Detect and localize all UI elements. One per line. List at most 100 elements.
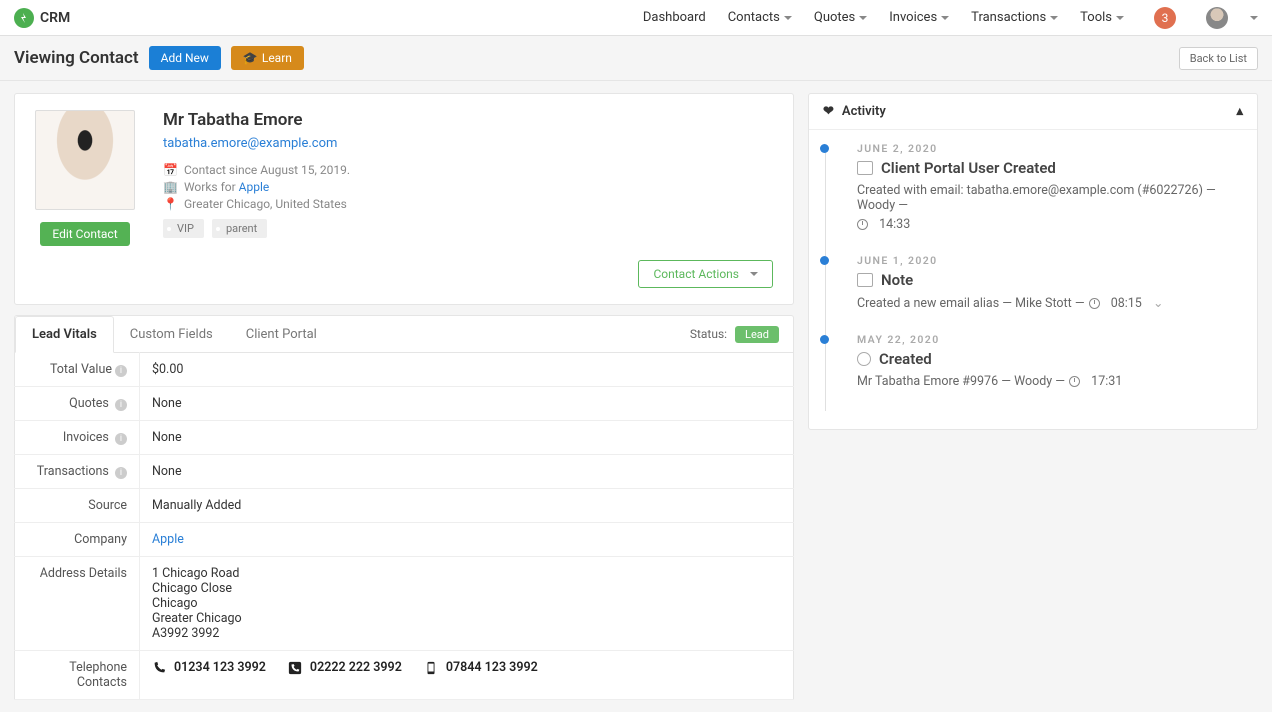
add-new-button[interactable]: Add New xyxy=(149,46,221,70)
works-prefix: Works for xyxy=(184,180,239,194)
address-value: 1 Chicago RoadChicago CloseChicagoGreate… xyxy=(140,557,794,651)
nav-invoices[interactable]: Invoices xyxy=(889,10,949,25)
building-icon: 🏢 xyxy=(163,180,178,194)
timeline-time: 14:33 xyxy=(879,217,910,232)
timeline: JUNE 2, 2020 Client Portal User Created … xyxy=(809,130,1257,429)
contact-location: 📍 Greater Chicago, United States xyxy=(163,197,773,211)
chevron-down-icon[interactable] xyxy=(1250,16,1258,20)
brand[interactable]: CRM xyxy=(14,8,70,28)
location-text: Greater Chicago, United States xyxy=(184,197,347,211)
row-source: SourceManually Added xyxy=(15,489,794,523)
timeline-item: JUNE 1, 2020 Note Created a new email al… xyxy=(839,254,1233,333)
row-phones: Telephone Contacts 01234 123 3992 02222 … xyxy=(15,651,794,700)
chevron-down-icon xyxy=(1050,16,1058,20)
nav-quotes[interactable]: Quotes xyxy=(814,10,867,25)
tab-client-portal[interactable]: Client Portal xyxy=(230,317,334,352)
contact-works: 🏢 Works for Apple xyxy=(163,180,773,194)
tab-lead-vitals[interactable]: Lead Vitals xyxy=(15,316,114,353)
timeline-date: JUNE 1, 2020 xyxy=(857,254,1233,267)
info-icon[interactable]: i xyxy=(115,467,127,479)
chevron-down-icon xyxy=(750,272,758,276)
contact-actions-button[interactable]: Contact Actions xyxy=(638,260,773,288)
tag-vip[interactable]: VIP xyxy=(163,219,204,238)
phone-mobile: 07844 123 3992 xyxy=(424,660,538,675)
activity-card: ❤ Activity ▴ JUNE 2, 2020 Client Portal … xyxy=(808,93,1258,430)
page-bar: Viewing Contact Add New 🎓Learn Back to L… xyxy=(0,36,1272,81)
timeline-time: 08:15 xyxy=(1111,296,1142,311)
contact-since: 📅 Contact since August 15, 2019. xyxy=(163,163,773,177)
back-to-list-button[interactable]: Back to List xyxy=(1179,47,1258,70)
note-icon xyxy=(857,273,873,287)
timeline-dot xyxy=(820,335,829,344)
row-transactions: Transactions iNone xyxy=(15,455,794,489)
address-label: Address Details xyxy=(15,557,140,651)
phone-landline: 01234 123 3992 xyxy=(152,660,266,675)
quotes-label: Quotes xyxy=(69,396,109,411)
nav-quotes-label: Quotes xyxy=(814,10,855,25)
collapse-icon[interactable]: ▴ xyxy=(1236,104,1243,119)
phone3-value: 07844 123 3992 xyxy=(446,660,538,675)
gear-icon xyxy=(857,352,871,366)
timeline-date: JUNE 2, 2020 xyxy=(857,142,1233,155)
brand-text: CRM xyxy=(40,10,70,26)
timeline-dot xyxy=(820,144,829,153)
status-label: Status: xyxy=(690,327,727,341)
phone-square-icon xyxy=(288,661,302,675)
total-value-label: Total Value xyxy=(50,362,112,377)
row-quotes: Quotes iNone xyxy=(15,387,794,421)
timeline-date: MAY 22, 2020 xyxy=(857,333,1233,346)
row-total-value: Total Valuei$0.00 xyxy=(15,353,794,387)
vitals-table: Total Valuei$0.00 Quotes iNone Invoices … xyxy=(14,352,794,700)
expand-icon[interactable]: ⌄ xyxy=(1153,295,1163,311)
contact-photo xyxy=(35,110,135,210)
timeline-dot xyxy=(820,256,829,265)
pin-icon: 📍 xyxy=(163,197,178,211)
source-label: Source xyxy=(15,489,140,523)
notification-badge[interactable]: 3 xyxy=(1154,7,1176,29)
phone1-value: 01234 123 3992 xyxy=(174,660,266,675)
timeline-item: JUNE 2, 2020 Client Portal User Created … xyxy=(839,142,1233,254)
info-icon[interactable]: i xyxy=(115,433,127,445)
timeline-body: Created a new email alias — Mike Stott — xyxy=(857,296,1085,311)
learn-button[interactable]: 🎓Learn xyxy=(231,46,304,70)
chevron-down-icon xyxy=(859,16,867,20)
mobile-icon xyxy=(424,661,438,675)
tabs-row: Lead Vitals Custom Fields Client Portal … xyxy=(14,315,794,352)
nav-contacts-label: Contacts xyxy=(728,10,780,25)
edit-contact-button[interactable]: Edit Contact xyxy=(40,222,129,246)
phone-office: 02222 222 3992 xyxy=(288,660,402,675)
row-invoices: Invoices iNone xyxy=(15,421,794,455)
clock-icon xyxy=(1069,376,1080,387)
clock-icon xyxy=(857,219,868,230)
card-icon xyxy=(857,161,873,175)
graduation-icon: 🎓 xyxy=(243,51,258,65)
tab-custom-fields[interactable]: Custom Fields xyxy=(114,317,230,352)
nav-contacts[interactable]: Contacts xyxy=(728,10,792,25)
contact-email-link[interactable]: tabatha.emore@example.com xyxy=(163,136,773,151)
timeline-item: MAY 22, 2020 Created Mr Tabatha Emore #9… xyxy=(839,333,1233,411)
nav-items: Dashboard Contacts Quotes Invoices Trans… xyxy=(643,7,1258,29)
info-icon[interactable]: i xyxy=(115,399,127,411)
nav-dashboard[interactable]: Dashboard xyxy=(643,10,706,25)
nav-invoices-label: Invoices xyxy=(889,10,937,25)
chevron-down-icon xyxy=(1116,16,1124,20)
user-avatar[interactable] xyxy=(1206,7,1228,29)
tag-parent[interactable]: parent xyxy=(212,219,267,238)
phone-label: Telephone Contacts xyxy=(15,651,140,700)
calendar-icon: 📅 xyxy=(163,163,178,177)
info-icon[interactable]: i xyxy=(115,365,127,377)
source-value: Manually Added xyxy=(140,489,794,523)
nav-transactions[interactable]: Transactions xyxy=(971,10,1058,25)
timeline-body: Mr Tabatha Emore #9976 — Woody — xyxy=(857,374,1065,389)
nav-tools-label: Tools xyxy=(1080,10,1112,25)
company-link[interactable]: Apple xyxy=(152,532,184,547)
brand-icon xyxy=(14,8,34,28)
timeline-time: 17:31 xyxy=(1091,374,1122,389)
page-title: Viewing Contact xyxy=(14,48,139,68)
company-link[interactable]: Apple xyxy=(239,180,270,194)
contact-since-text: Contact since August 15, 2019. xyxy=(184,163,350,177)
timeline-title: Created xyxy=(879,350,932,368)
nav-tools[interactable]: Tools xyxy=(1080,10,1124,25)
company-label: Company xyxy=(15,523,140,557)
timeline-title: Client Portal User Created xyxy=(881,159,1056,177)
